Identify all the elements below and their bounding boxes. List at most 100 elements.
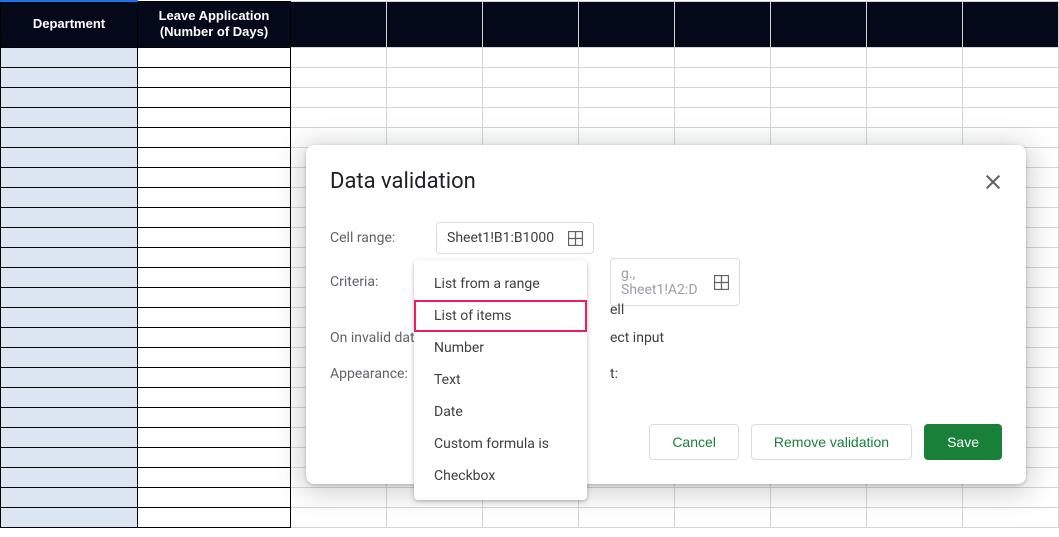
cell[interactable] (483, 68, 579, 88)
dropdown-item-number[interactable]: Number (414, 332, 587, 364)
cell[interactable] (675, 48, 771, 68)
dropdown-item-date[interactable]: Date (414, 396, 587, 428)
cell[interactable] (1, 448, 138, 468)
cell[interactable] (963, 68, 1059, 88)
cell[interactable] (1, 68, 138, 88)
cell[interactable] (963, 488, 1059, 508)
cell[interactable] (483, 508, 579, 528)
cell[interactable] (138, 188, 291, 208)
cell[interactable] (483, 88, 579, 108)
cell[interactable] (387, 108, 483, 128)
cell[interactable] (483, 48, 579, 68)
cell[interactable] (1, 488, 138, 508)
cell[interactable] (771, 508, 867, 528)
save-button[interactable]: Save (924, 424, 1002, 460)
dropdown-item-checkbox[interactable]: Checkbox (414, 460, 587, 492)
cell[interactable] (1, 308, 138, 328)
cell[interactable] (963, 48, 1059, 68)
cell[interactable] (291, 108, 387, 128)
cell[interactable] (387, 508, 483, 528)
cell[interactable] (138, 48, 291, 68)
cell[interactable] (138, 208, 291, 228)
cell[interactable] (291, 488, 387, 508)
cell[interactable] (963, 108, 1059, 128)
dropdown-item-custom-formula-is[interactable]: Custom formula is (414, 428, 587, 460)
cell[interactable] (387, 88, 483, 108)
cell[interactable] (138, 328, 291, 348)
cell[interactable] (291, 48, 387, 68)
cell[interactable] (138, 448, 291, 468)
cell[interactable] (1, 168, 138, 188)
cell[interactable] (675, 88, 771, 108)
cell[interactable] (1, 368, 138, 388)
cell[interactable] (771, 488, 867, 508)
cell[interactable] (483, 108, 579, 128)
cell[interactable] (1, 508, 138, 528)
cell[interactable] (138, 388, 291, 408)
cell[interactable] (675, 68, 771, 88)
cell[interactable] (138, 428, 291, 448)
cell[interactable] (138, 128, 291, 148)
cell[interactable] (291, 68, 387, 88)
dropdown-item-list-of-items[interactable]: List of items (414, 300, 587, 332)
cell[interactable] (138, 168, 291, 188)
cell[interactable] (1, 208, 138, 228)
cell[interactable] (963, 88, 1059, 108)
cell[interactable] (138, 108, 291, 128)
cell[interactable] (1, 248, 138, 268)
cell[interactable] (1, 268, 138, 288)
cell[interactable] (1, 88, 138, 108)
cancel-button[interactable]: Cancel (649, 424, 739, 460)
cell[interactable] (867, 88, 963, 108)
dropdown-item-list-from-a-range[interactable]: List from a range (414, 268, 587, 300)
cell[interactable] (138, 228, 291, 248)
cell[interactable] (1, 108, 138, 128)
cell[interactable] (291, 508, 387, 528)
cell[interactable] (1, 288, 138, 308)
cell[interactable] (138, 308, 291, 328)
header-leave[interactable]: Leave Application (Number of Days) (138, 1, 291, 48)
cell-range-input[interactable]: Sheet1!B1:B1000 (436, 222, 594, 254)
cell[interactable] (579, 108, 675, 128)
close-icon[interactable] (984, 173, 1002, 191)
cell[interactable] (1, 468, 138, 488)
cell[interactable] (771, 1, 867, 48)
cell[interactable] (138, 488, 291, 508)
cell[interactable] (579, 88, 675, 108)
cell[interactable] (675, 488, 771, 508)
cell[interactable] (138, 408, 291, 428)
cell[interactable] (579, 48, 675, 68)
cell[interactable] (138, 348, 291, 368)
cell[interactable] (771, 88, 867, 108)
cell[interactable] (138, 268, 291, 288)
cell[interactable] (1, 388, 138, 408)
cell[interactable] (291, 88, 387, 108)
cell[interactable] (579, 1, 675, 48)
cell[interactable] (138, 508, 291, 528)
cell[interactable] (867, 48, 963, 68)
cell[interactable] (771, 68, 867, 88)
cell[interactable] (1, 348, 138, 368)
cell[interactable] (138, 468, 291, 488)
cell[interactable] (867, 488, 963, 508)
cell[interactable] (387, 48, 483, 68)
cell[interactable] (867, 108, 963, 128)
cell[interactable] (1, 228, 138, 248)
header-department[interactable]: Department (1, 1, 138, 48)
cell[interactable] (1, 188, 138, 208)
cell[interactable] (675, 508, 771, 528)
cell[interactable] (483, 1, 579, 48)
cell[interactable] (387, 1, 483, 48)
cell[interactable] (675, 108, 771, 128)
cell[interactable] (138, 288, 291, 308)
cell[interactable] (579, 488, 675, 508)
cell[interactable] (1, 408, 138, 428)
cell[interactable] (579, 68, 675, 88)
cell[interactable] (1, 128, 138, 148)
cell[interactable] (675, 1, 771, 48)
cell[interactable] (771, 108, 867, 128)
cell[interactable] (867, 508, 963, 528)
cell[interactable] (1, 328, 138, 348)
cell[interactable] (579, 508, 675, 528)
grid-select-icon[interactable] (714, 275, 729, 290)
